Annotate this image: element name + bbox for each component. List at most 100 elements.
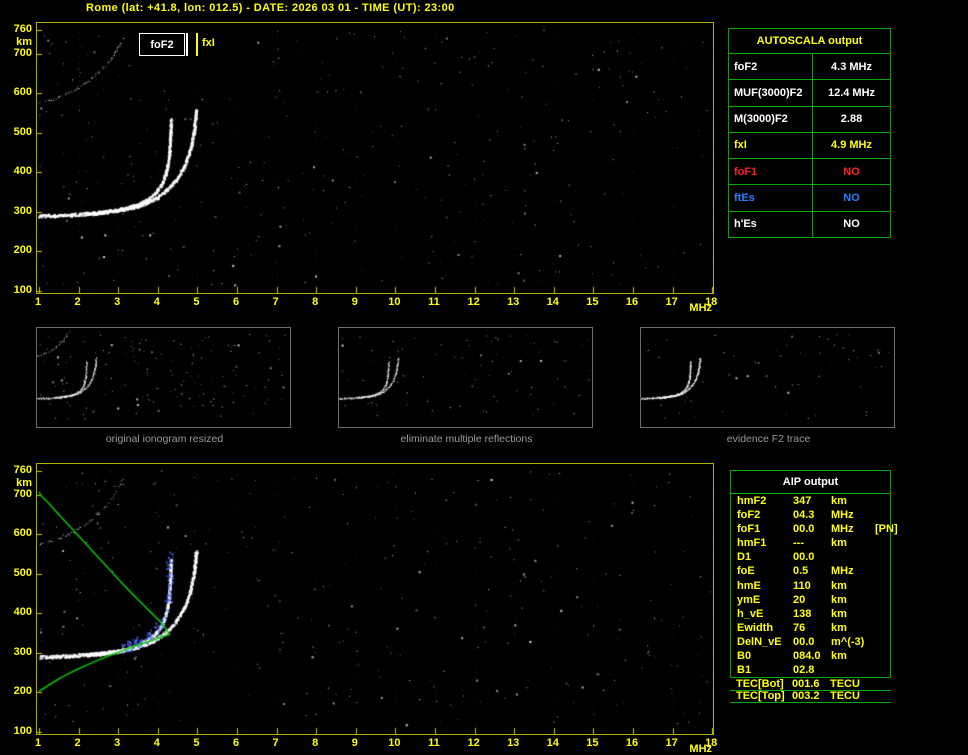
bottom-plot-xtick-8: 8: [307, 737, 323, 749]
aip-extra: [875, 564, 890, 578]
page-title: Rome (lat: +41.8, lon: 012.5) - DATE: 20…: [86, 2, 455, 14]
top-plot-xtick-5: 5: [188, 296, 204, 308]
bottom-plot-xtick-13: 13: [505, 737, 521, 749]
aip-value: 00.0: [793, 635, 831, 649]
bottom-plot-xtick-17: 17: [664, 737, 680, 749]
autoscala-row-fxi: fxI4.9 MHz: [729, 132, 890, 158]
bottom-plot-xtick-3: 3: [109, 737, 125, 749]
bottom-plot-ytick-500: 500: [2, 567, 32, 579]
tec-unit: TECU: [830, 691, 874, 702]
aip-row-h-ve: h_vE138km: [731, 607, 890, 621]
top-plot-xtick-17: 17: [664, 296, 680, 308]
top-plot-xtick-13: 13: [505, 296, 521, 308]
autoscala-row-label: foF1: [729, 159, 813, 184]
aip-row-yme: ymE20km: [731, 593, 890, 607]
tec-value: 003.2: [792, 691, 830, 702]
aip-row-b0: B0084.0km: [731, 649, 890, 663]
top-plot-ytick-700: 700: [2, 47, 32, 59]
top-plot-xtick-4: 4: [149, 296, 165, 308]
autoscala-row-label: foF2: [729, 54, 813, 79]
top-plot-xtick-10: 10: [386, 296, 402, 308]
autoscala-row-label: M(3000)F2: [729, 107, 813, 132]
aip-extra: [875, 579, 890, 593]
bottom-plot-ytick-760: 760: [2, 464, 32, 476]
bottom-plot-xtick-9: 9: [347, 737, 363, 749]
aip-row-fof1: foF100.0MHz[PN]: [731, 522, 890, 536]
aip-name: ymE: [737, 593, 793, 607]
aip-unit: MHz: [831, 508, 875, 522]
aip-extra: [875, 593, 890, 607]
autoscala-output-table: AUTOSCALA output foF24.3 MHzMUF(3000)F21…: [728, 28, 891, 238]
foF2-marker-box: foF2: [139, 33, 185, 56]
aip-value: 02.8: [793, 663, 831, 677]
aip-value: ---: [793, 536, 831, 550]
bottom-plot-ytick-300: 300: [2, 646, 32, 658]
aip-value: 084.0: [793, 649, 831, 663]
aip-row-b1: B102.8: [731, 663, 890, 677]
aip-value: 04.3: [793, 508, 831, 522]
aip-name: Ewidth: [737, 621, 793, 635]
autoscala-row-label: MUF(3000)F2: [729, 80, 813, 105]
aip-table-title: AIP output: [731, 471, 890, 494]
autoscala-row-value: NO: [813, 159, 890, 184]
top-plot-ytick-600: 600: [2, 86, 32, 98]
aip-unit: m^(-3): [831, 635, 875, 649]
bottom-ionogram-plot: [36, 463, 714, 735]
top-plot-ytick-300: 300: [2, 205, 32, 217]
top-ionogram-plot: [36, 22, 714, 294]
top-plot-xtick-9: 9: [347, 296, 363, 308]
top-plot-ytick-200: 200: [2, 244, 32, 256]
aip-name: D1: [737, 550, 793, 564]
aip-row-hmf2: hmF2347km: [731, 494, 890, 508]
autoscala-row-value: NO: [813, 212, 890, 237]
autoscala-row-fof2: foF24.3 MHz: [729, 53, 890, 79]
bottom-plot-xtick-1: 1: [30, 737, 46, 749]
foF2-marker-line: [186, 33, 188, 56]
aip-row-fof2: foF204.3MHz: [731, 508, 890, 522]
bottom-plot-xtick-12: 12: [466, 737, 482, 749]
aip-unit: [831, 663, 875, 677]
aip-value: 00.0: [793, 522, 831, 536]
tec-name: TEC[Bot]: [736, 679, 792, 690]
bottom-plot-xtick-5: 5: [188, 737, 204, 749]
aip-row-hme: hmE110km: [731, 579, 890, 593]
bottom-ionogram-canvas: [37, 464, 713, 734]
aip-value: 20: [793, 593, 831, 607]
bottom-plot-ytick-200: 200: [2, 685, 32, 697]
top-plot-xtick-3: 3: [109, 296, 125, 308]
bottom-plot-xtick-7: 7: [268, 737, 284, 749]
top-plot-xtick-16: 16: [624, 296, 640, 308]
top-plot-x-axis-unit: MHz: [689, 302, 712, 314]
top-plot-xtick-14: 14: [545, 296, 561, 308]
aip-name: B1: [737, 663, 793, 677]
aip-rows: hmF2347kmfoF204.3MHzfoF100.0MHz[PN]hmF1-…: [731, 494, 890, 677]
top-plot-xtick-12: 12: [466, 296, 482, 308]
fxI-marker-label: fxI: [202, 37, 215, 49]
aip-value: 00.0: [793, 550, 831, 564]
aip-extra: [875, 508, 890, 522]
aip-unit: km: [831, 593, 875, 607]
top-plot-ytick-500: 500: [2, 126, 32, 138]
autoscala-row-value: 2.88: [813, 107, 890, 132]
aip-extra: [875, 621, 890, 635]
top-plot-xtick-6: 6: [228, 296, 244, 308]
aip-output-table: AIP output hmF2347kmfoF204.3MHzfoF100.0M…: [730, 470, 891, 678]
aip-unit: km: [831, 494, 875, 508]
aip-unit: km: [831, 607, 875, 621]
autoscala-row-label: h'Es: [729, 212, 813, 237]
aip-name: hmE: [737, 579, 793, 593]
autoscala-table-title: AUTOSCALA output: [729, 29, 890, 53]
top-ionogram-canvas: [37, 23, 713, 293]
thumbnail-eliminate-canvas: [339, 328, 592, 427]
autoscala-row-value: 4.3 MHz: [813, 54, 890, 79]
bottom-plot-xtick-14: 14: [545, 737, 561, 749]
autoscala-row-label: fxI: [729, 133, 813, 158]
thumbnail-original-canvas: [37, 328, 290, 427]
bottom-plot-ytick-600: 600: [2, 527, 32, 539]
autoscala-row-h-es: h'EsNO: [729, 211, 890, 237]
top-plot-ytick-100: 100: [2, 284, 32, 296]
aip-name: h_vE: [737, 607, 793, 621]
thumbnail-eliminate-reflections: [338, 327, 593, 428]
autoscala-row-fof1: foF1NO: [729, 158, 890, 184]
aip-row-d1: D100.0: [731, 550, 890, 564]
